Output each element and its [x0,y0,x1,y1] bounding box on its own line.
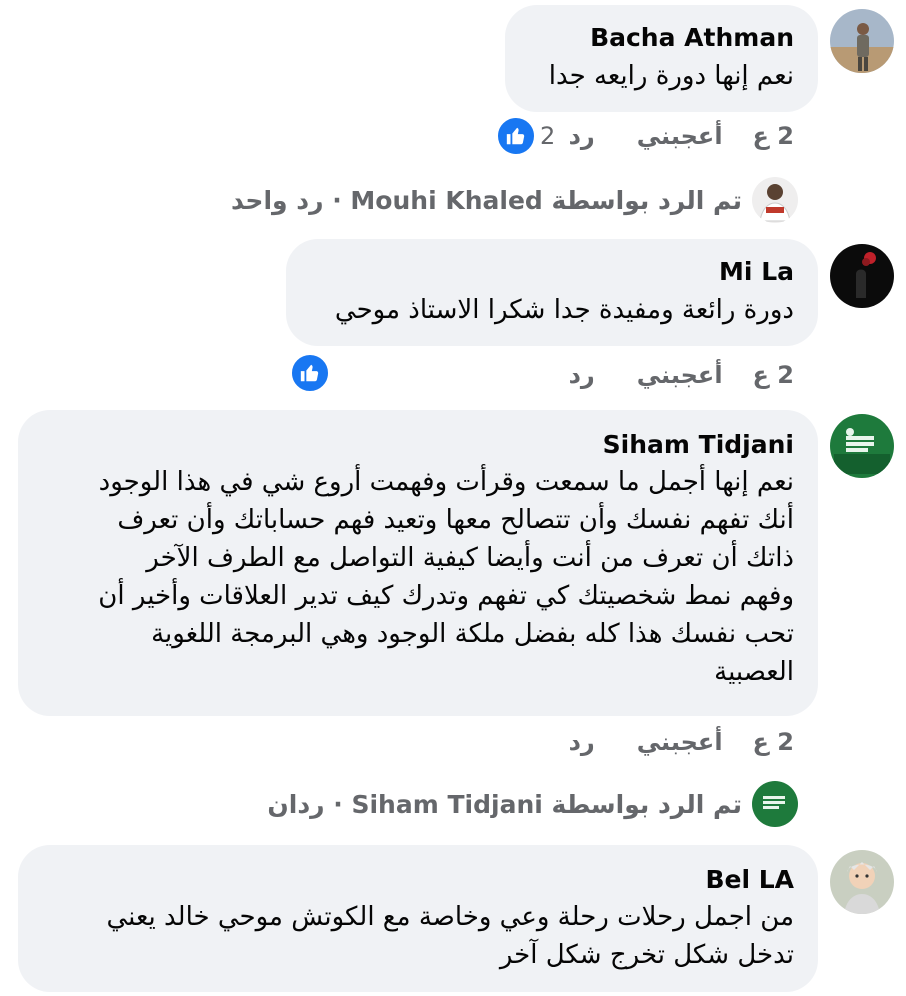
avatar-mi-la[interactable] [830,244,894,308]
comment-text-line: وفهم نمط شخصيتك كي تفهم وتدرك كيف تدير ا… [98,581,794,611]
comment-time[interactable]: 2 ع [753,361,794,389]
comment-text-line: تدخل شكل تخرج شكل آخر [499,940,794,970]
reaction-count: 2 [540,122,556,150]
reply-button[interactable]: رد [569,361,595,389]
comment-author[interactable]: Bel LA [42,865,794,895]
avatar-siham-tidjani[interactable] [830,414,894,478]
like-button[interactable]: أعجبني [637,361,723,389]
like-reaction-icon [496,116,536,156]
comment-text: نعم إنها دورة رايعه جدا [548,61,794,91]
avatar-bacha-athman[interactable] [830,9,894,73]
replier-name: Mouhi Khaled [350,185,543,215]
reply-count: رد واحد [230,185,324,215]
comment-text-line: تحب نفسك هذا كله بفضل ملكة الوجود وهي ال… [151,619,794,649]
replied-by-label: تم الرد بواسطة [551,789,742,819]
comment-bubble: Siham Tidjani نعم إنها أجمل ما سمعت وقرأ… [18,410,818,716]
comment-text-line: أنك تفهم نفسك وأن تتصالح معها وتعيد فهم … [117,505,794,535]
view-replies-link[interactable]: تم الرد بواسطة Mouhi Khaled · رد واحد [231,177,798,223]
comment-author[interactable]: Bacha Athman [529,23,794,53]
reply-button[interactable]: رد [569,728,595,756]
like-button[interactable]: أعجبني [637,122,723,150]
comment-bubble: Bel LA من اجمل رحلات رحلة وعي وخاصة مع ا… [18,845,818,992]
comment-time[interactable]: 2 ع [753,728,794,756]
comment-text-line: ذاتك أن تعرف من أنت وأيضا كيفية التواصل … [146,543,794,573]
profile-photo [830,850,894,914]
comment-text: من اجمل رحلات رحلة وعي وخاصة مع الكوتش م… [42,898,794,974]
reaction-summary[interactable] [290,353,330,393]
view-replies-link[interactable]: تم الرد بواسطة Siham Tidjani · ردان [267,781,798,827]
avatar-mouhi-khaled [752,177,798,223]
comment-text-line: من اجمل رحلات رحلة وعي وخاصة مع الكوتش م… [106,902,794,932]
avatar-bel-la[interactable] [830,850,894,914]
avatar-siham-tidjani-small [752,781,798,827]
profile-photo [830,9,894,73]
comment-time[interactable]: 2 ع [753,122,794,150]
profile-photo [830,414,894,478]
comment-bubble: Mi La دورة رائعة ومفيدة جدا شكرا الاستاذ… [286,239,818,346]
comment-text: نعم إنها أجمل ما سمعت وقرأت وفهمت أروع ش… [42,463,794,691]
replier-name: Siham Tidjani [351,789,543,819]
comment-author[interactable]: Siham Tidjani [42,430,794,460]
comment-actions: 2 ع أعجبني رد [531,361,794,389]
comment-text-line: العصبية [714,657,794,687]
separator: · [332,185,342,215]
profile-photo [830,244,894,308]
profile-photo [752,177,798,223]
profile-photo [752,781,798,827]
comment-bubble: Bacha Athman نعم إنها دورة رايعه جدا [505,5,818,112]
comment-actions: 2 ع أعجبني رد [531,122,794,150]
comment-text: دورة رائعة ومفيدة جدا شكرا الاستاذ موحي [334,295,794,325]
comment-author[interactable]: Mi La [310,257,794,287]
replied-by-label: تم الرد بواسطة [551,185,742,215]
comment-actions: 2 ع أعجبني رد [531,728,794,756]
separator: · [333,789,343,819]
comment-text-line: نعم إنها أجمل ما سمعت وقرأت وفهمت أروع ش… [98,467,794,497]
reply-button[interactable]: رد [569,122,595,150]
like-reaction-icon [290,353,330,393]
like-button[interactable]: أعجبني [637,728,723,756]
reply-count: ردان [267,789,325,819]
reaction-summary[interactable]: 2 [496,116,555,156]
